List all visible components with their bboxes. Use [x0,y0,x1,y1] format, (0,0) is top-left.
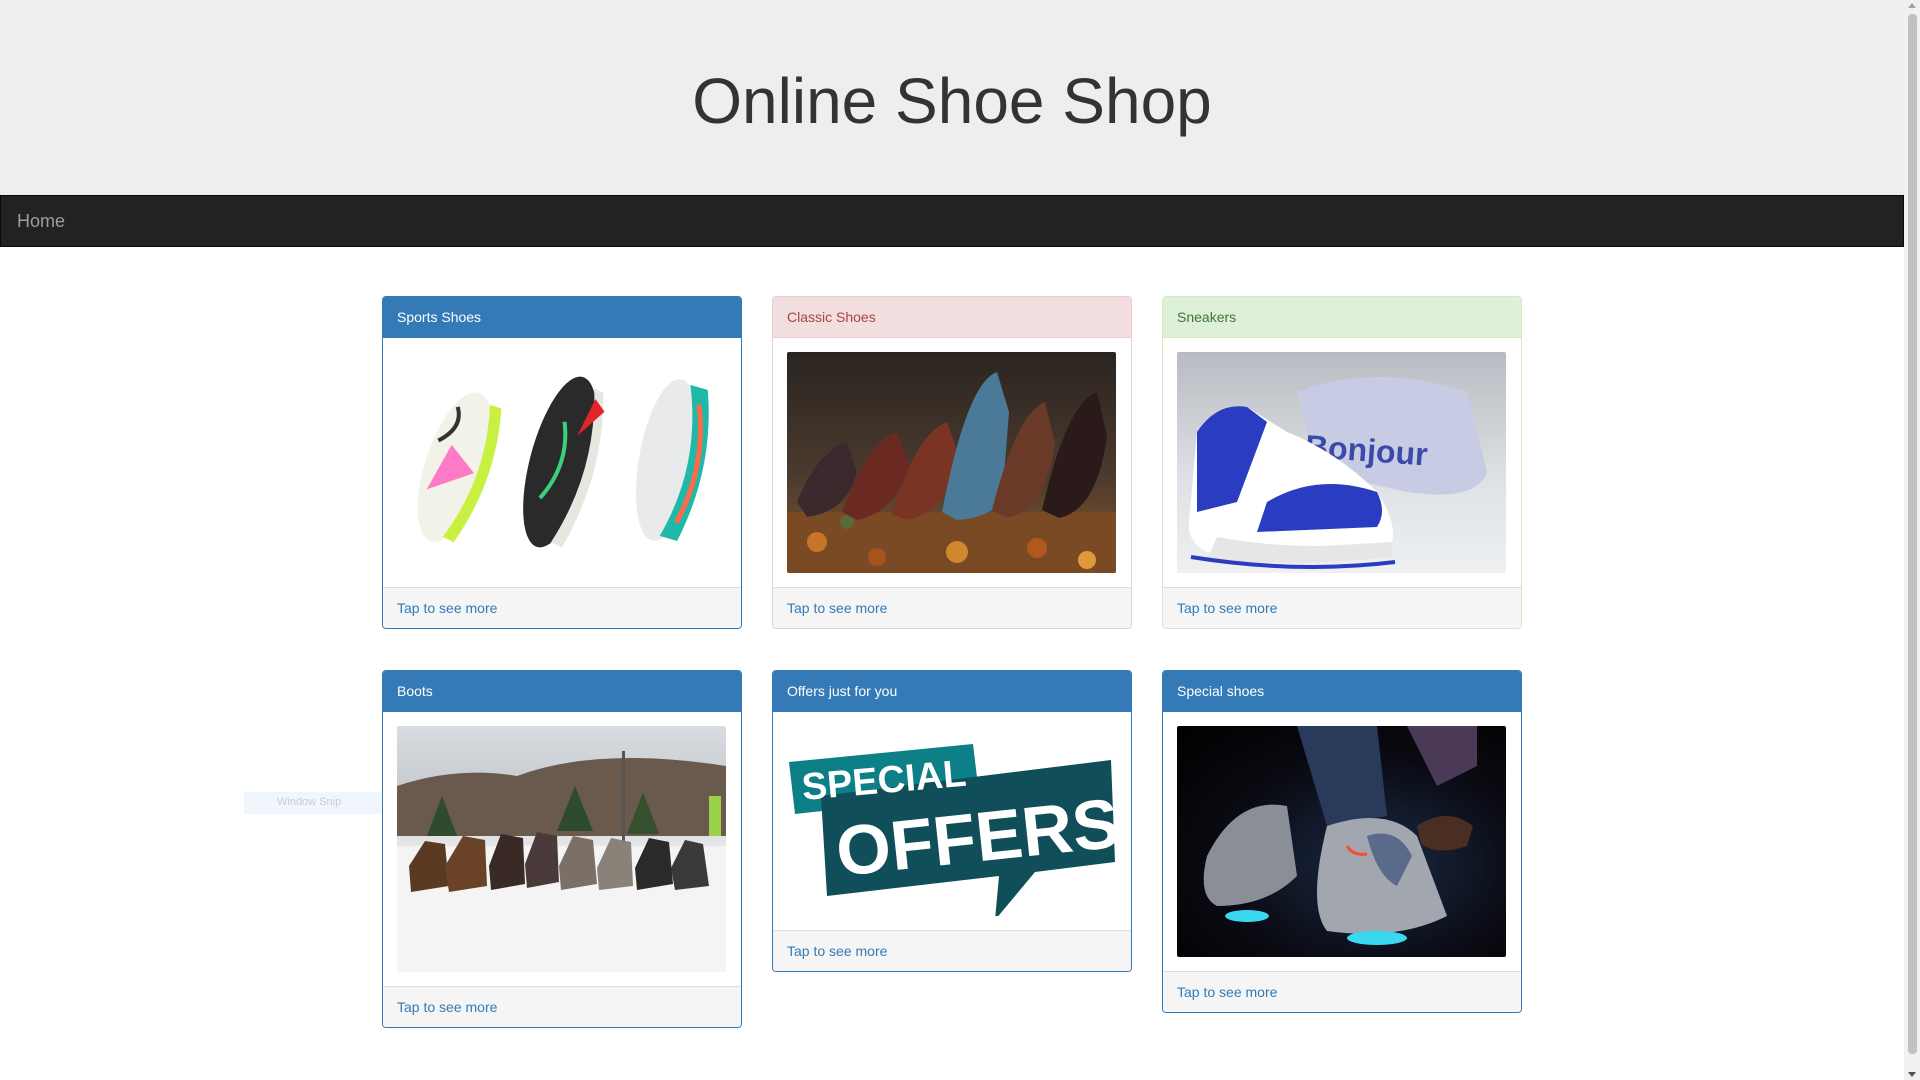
panel-body [383,712,741,986]
panel-special-shoes: Special shoes Tap to see more [1162,670,1522,1013]
panel-footer: Tap to see more [1163,971,1521,1012]
sports-shoes-illustration [417,376,709,548]
classic-shoes-illustration [787,372,1116,573]
see-more-link[interactable]: Tap to see more [787,943,887,959]
page-title: Online Shoe Shop [692,65,1212,137]
special-shoes-illustration [1203,726,1477,945]
window-snip-overlay: Window Snip [244,792,399,814]
panel-sneakers: Sneakers Bonjour 2017 Tap to see more [1162,296,1522,629]
special-shoes-image[interactable] [1177,726,1506,957]
panel-footer: Tap to see more [773,930,1131,971]
panel-footer: Tap to see more [773,587,1131,628]
vertical-scrollbar[interactable] [1904,0,1920,1080]
see-more-link[interactable]: Tap to see more [1177,600,1277,616]
panel-heading: Sports Shoes [383,297,741,338]
panel-heading: Classic Shoes [773,297,1131,338]
panel-boots: Boots Tap to see more [382,670,742,1028]
special-offers-illustration: SPECIAL OFFERS [789,744,1116,916]
see-more-link[interactable]: Tap to see more [397,600,497,616]
boots-image[interactable] [397,726,726,972]
scrollbar-thumb[interactable] [1908,14,1917,1054]
sneaker-year-text: 2017 [1207,529,1230,540]
navbar: Home [0,195,1904,247]
nav-home-link[interactable]: Home [17,211,65,232]
sports-shoes-image[interactable] [397,352,726,573]
panel-body [383,338,741,587]
panel-body [1163,712,1521,971]
panel-heading: Sneakers [1163,297,1521,338]
panel-body: Bonjour 2017 [1163,338,1521,587]
panel-heading: Offers just for you [773,671,1131,712]
see-more-link[interactable]: Tap to see more [397,999,497,1015]
panel-body: SPECIAL OFFERS [773,712,1131,930]
scroll-down-arrow-icon[interactable] [1908,1072,1916,1077]
page: Online Shoe Shop Home Window Snip Sports… [0,0,1920,1080]
jumbotron: Online Shoe Shop [0,0,1904,195]
panel-body [773,338,1131,587]
scroll-up-arrow-icon[interactable] [1908,3,1916,8]
classic-shoes-image[interactable] [787,352,1116,573]
panel-footer: Tap to see more [383,587,741,628]
sneakers-illustration: Bonjour 2017 [1188,377,1487,569]
boots-illustration [397,751,726,972]
panel-heading: Boots [383,671,741,712]
panel-classic-shoes: Classic Shoes Tap to see more [772,296,1132,629]
see-more-link[interactable]: Tap to see more [1177,984,1277,1000]
panel-heading: Special shoes [1163,671,1521,712]
panel-sports-shoes: Sports Shoes Tap to see more [382,296,742,629]
panel-offers: Offers just for you SPECIAL OFFERS Tap t… [772,670,1132,972]
special-offers-image[interactable]: SPECIAL OFFERS [787,726,1116,916]
see-more-link[interactable]: Tap to see more [787,600,887,616]
panel-footer: Tap to see more [383,986,741,1027]
panel-footer: Tap to see more [1163,587,1521,628]
sneakers-image[interactable]: Bonjour 2017 [1177,352,1506,573]
